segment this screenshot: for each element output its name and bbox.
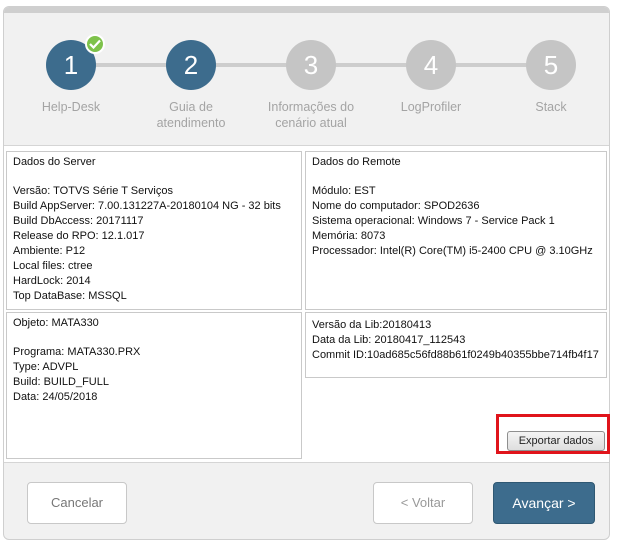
step-5-circle[interactable]: 5 [526,40,576,90]
lib-data-panel: Versão da Lib:20180413 Data da Lib: 2018… [305,312,607,378]
step-1-label: Help-Desk [41,100,101,114]
remote-line: Nome do computador: SPOD2636 [312,200,480,212]
step-4-number: 4 [423,50,439,80]
step-1-number: 1 [63,50,79,80]
lib-line: Data da Lib: 20180417_112543 [312,334,466,346]
remote-line: Memória: 8073 [312,230,386,242]
step-3-circle[interactable]: 3 [286,40,336,90]
step-5-label: Stack [535,100,567,114]
server-line: HardLock: 2014 [13,275,91,287]
remote-panel-title: Dados do Remote [312,156,401,168]
step-2-circle[interactable]: 2 [166,40,216,90]
step-3-label: Informações do cenário atual [267,100,355,130]
server-line: Ambiente: P12 [13,245,86,257]
next-button[interactable]: Avançar > [493,482,595,524]
object-line: Programa: MATA330.PRX [13,346,141,358]
object-line: Build: BUILD_FULL [13,376,109,388]
server-line: Build DbAccess: 20171117 [13,215,144,227]
export-data-button[interactable]: Exportar dados [507,431,605,451]
back-button[interactable]: < Voltar [373,482,473,524]
object-panel-title: Objeto: MATA330 [13,317,99,329]
server-line: Release do RPO: 12.1.017 [13,230,145,242]
server-line: Versão: TOTVS Série T Serviços [13,185,173,197]
object-line: Data: 24/05/2018 [13,391,98,403]
step-2-number: 2 [183,50,199,80]
step-2-label: Guia de atendimento [156,100,226,130]
server-line: Local files: ctree [13,260,93,272]
lib-line: Commit ID:10ad685c56fd88b61f0249b40355bb… [312,349,599,361]
check-icon [85,34,105,54]
wizard-stepper: 1 2 3 4 5 Help-Desk Guia de atendimento … [4,7,609,145]
remote-line: Sistema operacional: Windows 7 - Service… [312,215,555,227]
step-4-label: LogProfiler [400,100,462,114]
server-line: Top DataBase: MSSQL [13,290,127,302]
remote-data-panel: Dados do Remote Módulo: EST Nome do comp… [305,151,607,310]
lib-line: Versão da Lib:20180413 [312,319,432,331]
step-1-circle[interactable]: 1 [46,34,105,90]
server-data-panel: Dados do Server Versão: TOTVS Série T Se… [6,151,302,310]
step-4-circle[interactable]: 4 [406,40,456,90]
remote-line: Processador: Intel(R) Core(TM) i5-2400 C… [312,245,593,257]
step-5-number: 5 [543,50,559,80]
object-data-panel: Objeto: MATA330 Programa: MATA330.PRX Ty… [6,312,302,459]
server-line: Build AppServer: 7.00.131227A-20180104 N… [13,200,281,212]
remote-line: Módulo: EST [312,185,376,197]
server-panel-title: Dados do Server [13,156,96,168]
wizard-dialog: 1 2 3 4 5 Help-Desk Guia de atendimento … [3,6,610,540]
step-3-number: 3 [303,50,319,80]
object-line: Type: ADVPL [13,361,79,373]
cancel-button[interactable]: Cancelar [27,482,127,524]
